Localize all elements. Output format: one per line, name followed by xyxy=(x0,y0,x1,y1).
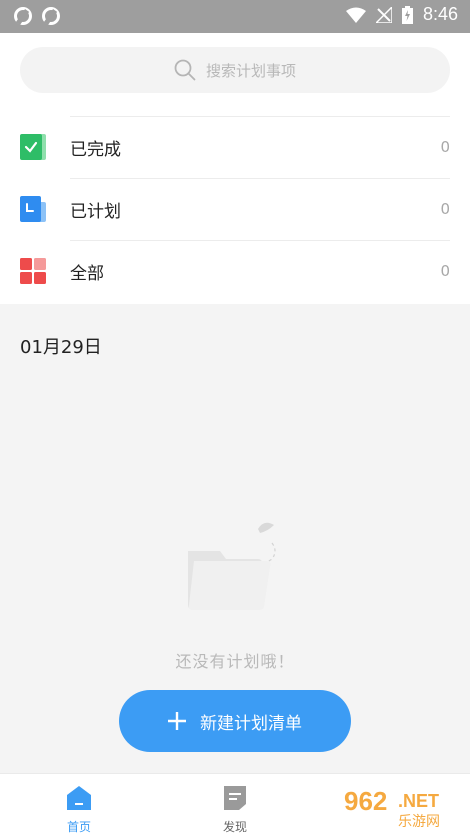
sync-icon xyxy=(42,7,60,25)
category-label: 全部 xyxy=(70,263,104,284)
divider xyxy=(70,240,450,241)
date-header: 01月29日 xyxy=(20,337,102,358)
divider xyxy=(70,178,450,179)
category-row-planned[interactable]: 已计划 0 xyxy=(0,178,470,240)
calendar-icon xyxy=(20,196,46,222)
grid-icon xyxy=(20,258,46,284)
empty-state-text: 还没有计划哦！ xyxy=(175,652,295,671)
category-row-all[interactable]: 全部 0 xyxy=(0,240,470,302)
category-list: 已完成 0 已计划 0 全部 0 xyxy=(0,116,470,302)
tab-discover-label: 发现 xyxy=(222,820,247,834)
battery-charging-icon xyxy=(401,5,413,24)
top-panel: 搜索计划事项 已完成 0 已计划 0 全部 0 xyxy=(0,33,470,304)
tab-home-label: 首页 xyxy=(66,820,91,834)
category-label: 已完成 xyxy=(70,139,121,160)
search-placeholder: 搜索计划事项 xyxy=(205,61,296,80)
status-notifications xyxy=(14,7,60,25)
status-indicators: 8:46 xyxy=(345,4,458,25)
status-time: 8:46 xyxy=(422,4,458,24)
tab-discover[interactable]: 发现 xyxy=(180,774,290,836)
new-plan-button[interactable]: 新建计划清单 xyxy=(119,690,351,752)
tab-home[interactable]: 首页 xyxy=(24,774,134,836)
search-input[interactable]: 搜索计划事项 xyxy=(20,47,450,93)
category-row-completed[interactable]: 已完成 0 xyxy=(0,116,470,178)
divider xyxy=(70,116,450,117)
category-count: 0 xyxy=(440,262,450,280)
category-count: 0 xyxy=(440,138,450,156)
search-icon xyxy=(174,59,196,81)
document-icon xyxy=(224,786,246,810)
new-plan-label: 新建计划清单 xyxy=(200,713,302,733)
signal-off-icon xyxy=(375,6,392,23)
checkbox-icon xyxy=(20,134,46,160)
empty-folder-icon xyxy=(188,522,276,610)
home-icon xyxy=(67,786,91,810)
status-bar: 8:46 xyxy=(0,0,470,33)
watermark-logo: 962 .NET 乐游网 xyxy=(338,782,464,830)
sync-icon xyxy=(14,7,32,25)
category-count: 0 xyxy=(440,200,450,218)
wifi-icon xyxy=(345,7,366,23)
svg-text:.NET: .NET xyxy=(398,791,439,811)
svg-text:962: 962 xyxy=(344,786,387,816)
svg-text:乐游网: 乐游网 xyxy=(398,814,440,830)
category-label: 已计划 xyxy=(70,201,121,222)
plus-icon xyxy=(168,712,186,730)
